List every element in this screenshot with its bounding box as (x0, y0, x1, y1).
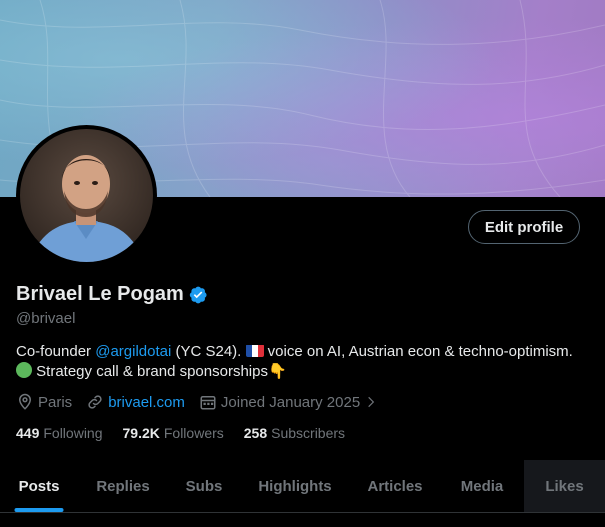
bio-text: Co-founder (16, 343, 96, 360)
bio-text: Strategy call & brand sponsorships (32, 363, 268, 380)
pointing-down-emoji: 👇 (267, 363, 287, 380)
profile-page: Edit profile Brivael Le Pogam @brivael C… (0, 0, 605, 527)
bio-mention-link[interactable]: @argildotai (95, 343, 171, 360)
green-circle-icon (16, 362, 32, 378)
followers-number: 79.2K (122, 425, 160, 441)
profile-meta: Paris brivael.com Joined January 2025 (16, 393, 396, 411)
edit-profile-button[interactable]: Edit profile (468, 210, 580, 244)
tab-replies[interactable]: Replies (78, 460, 168, 512)
website-item[interactable]: brivael.com (86, 393, 185, 411)
tab-highlights[interactable]: Highlights (240, 460, 350, 512)
following-label: Following (43, 425, 103, 441)
user-handle: @brivael (16, 310, 76, 327)
profile-bio: Co-founder @argildotai (YC S24). voice o… (16, 342, 576, 382)
tab-label: Replies (96, 477, 150, 495)
location-item: Paris (16, 393, 72, 411)
website-link[interactable]: brivael.com (108, 394, 185, 411)
verified-badge-icon[interactable] (188, 285, 208, 305)
avatar-image (20, 129, 153, 262)
following-count[interactable]: 449 Following (16, 425, 103, 441)
link-icon (88, 395, 102, 409)
avatar[interactable] (20, 129, 153, 262)
follow-counts: 449 Following 79.2K Followers 258 Subscribe… (16, 425, 365, 441)
location-pin-icon (18, 393, 32, 410)
tab-subs[interactable]: Subs (168, 460, 240, 512)
tab-likes[interactable]: Likes (524, 460, 605, 512)
tab-media[interactable]: Media (440, 460, 524, 512)
joined-item[interactable]: Joined January 2025 (199, 393, 382, 411)
tab-label: Media (460, 477, 504, 495)
tab-label: Likes (545, 477, 584, 495)
location-text: Paris (38, 393, 73, 411)
joined-text: Joined January 2025 (220, 393, 361, 411)
french-flag-icon (245, 344, 264, 357)
subscribers-label: Subscribers (271, 425, 346, 441)
tab-label: Subs (185, 477, 223, 495)
display-name: Brivael Le Pogam (16, 283, 184, 305)
active-tab-indicator (14, 508, 64, 512)
subscribers-number: 258 (243, 425, 268, 441)
subscribers-count[interactable]: 258 Subscribers (244, 425, 345, 441)
tab-label: Articles (367, 477, 423, 495)
name-row: Brivael Le Pogam (16, 283, 208, 306)
followers-label: Followers (163, 425, 224, 441)
avatar-border (16, 125, 157, 266)
tab-label: Highlights (258, 477, 332, 495)
profile-tabs: Posts Replies Subs Highlights Articles M… (0, 460, 605, 513)
chevron-right-icon (368, 396, 375, 408)
tab-articles[interactable]: Articles (350, 460, 440, 512)
following-number: 449 (16, 425, 40, 441)
tab-label: Posts (18, 477, 60, 495)
bio-text: (YC S24). (171, 343, 246, 360)
tab-posts[interactable]: Posts (0, 460, 78, 512)
followers-count[interactable]: 79.2K Followers (123, 425, 224, 441)
bio-text: voice on AI, Austrian econ & techno-opti… (263, 343, 573, 360)
calendar-icon (200, 396, 216, 410)
